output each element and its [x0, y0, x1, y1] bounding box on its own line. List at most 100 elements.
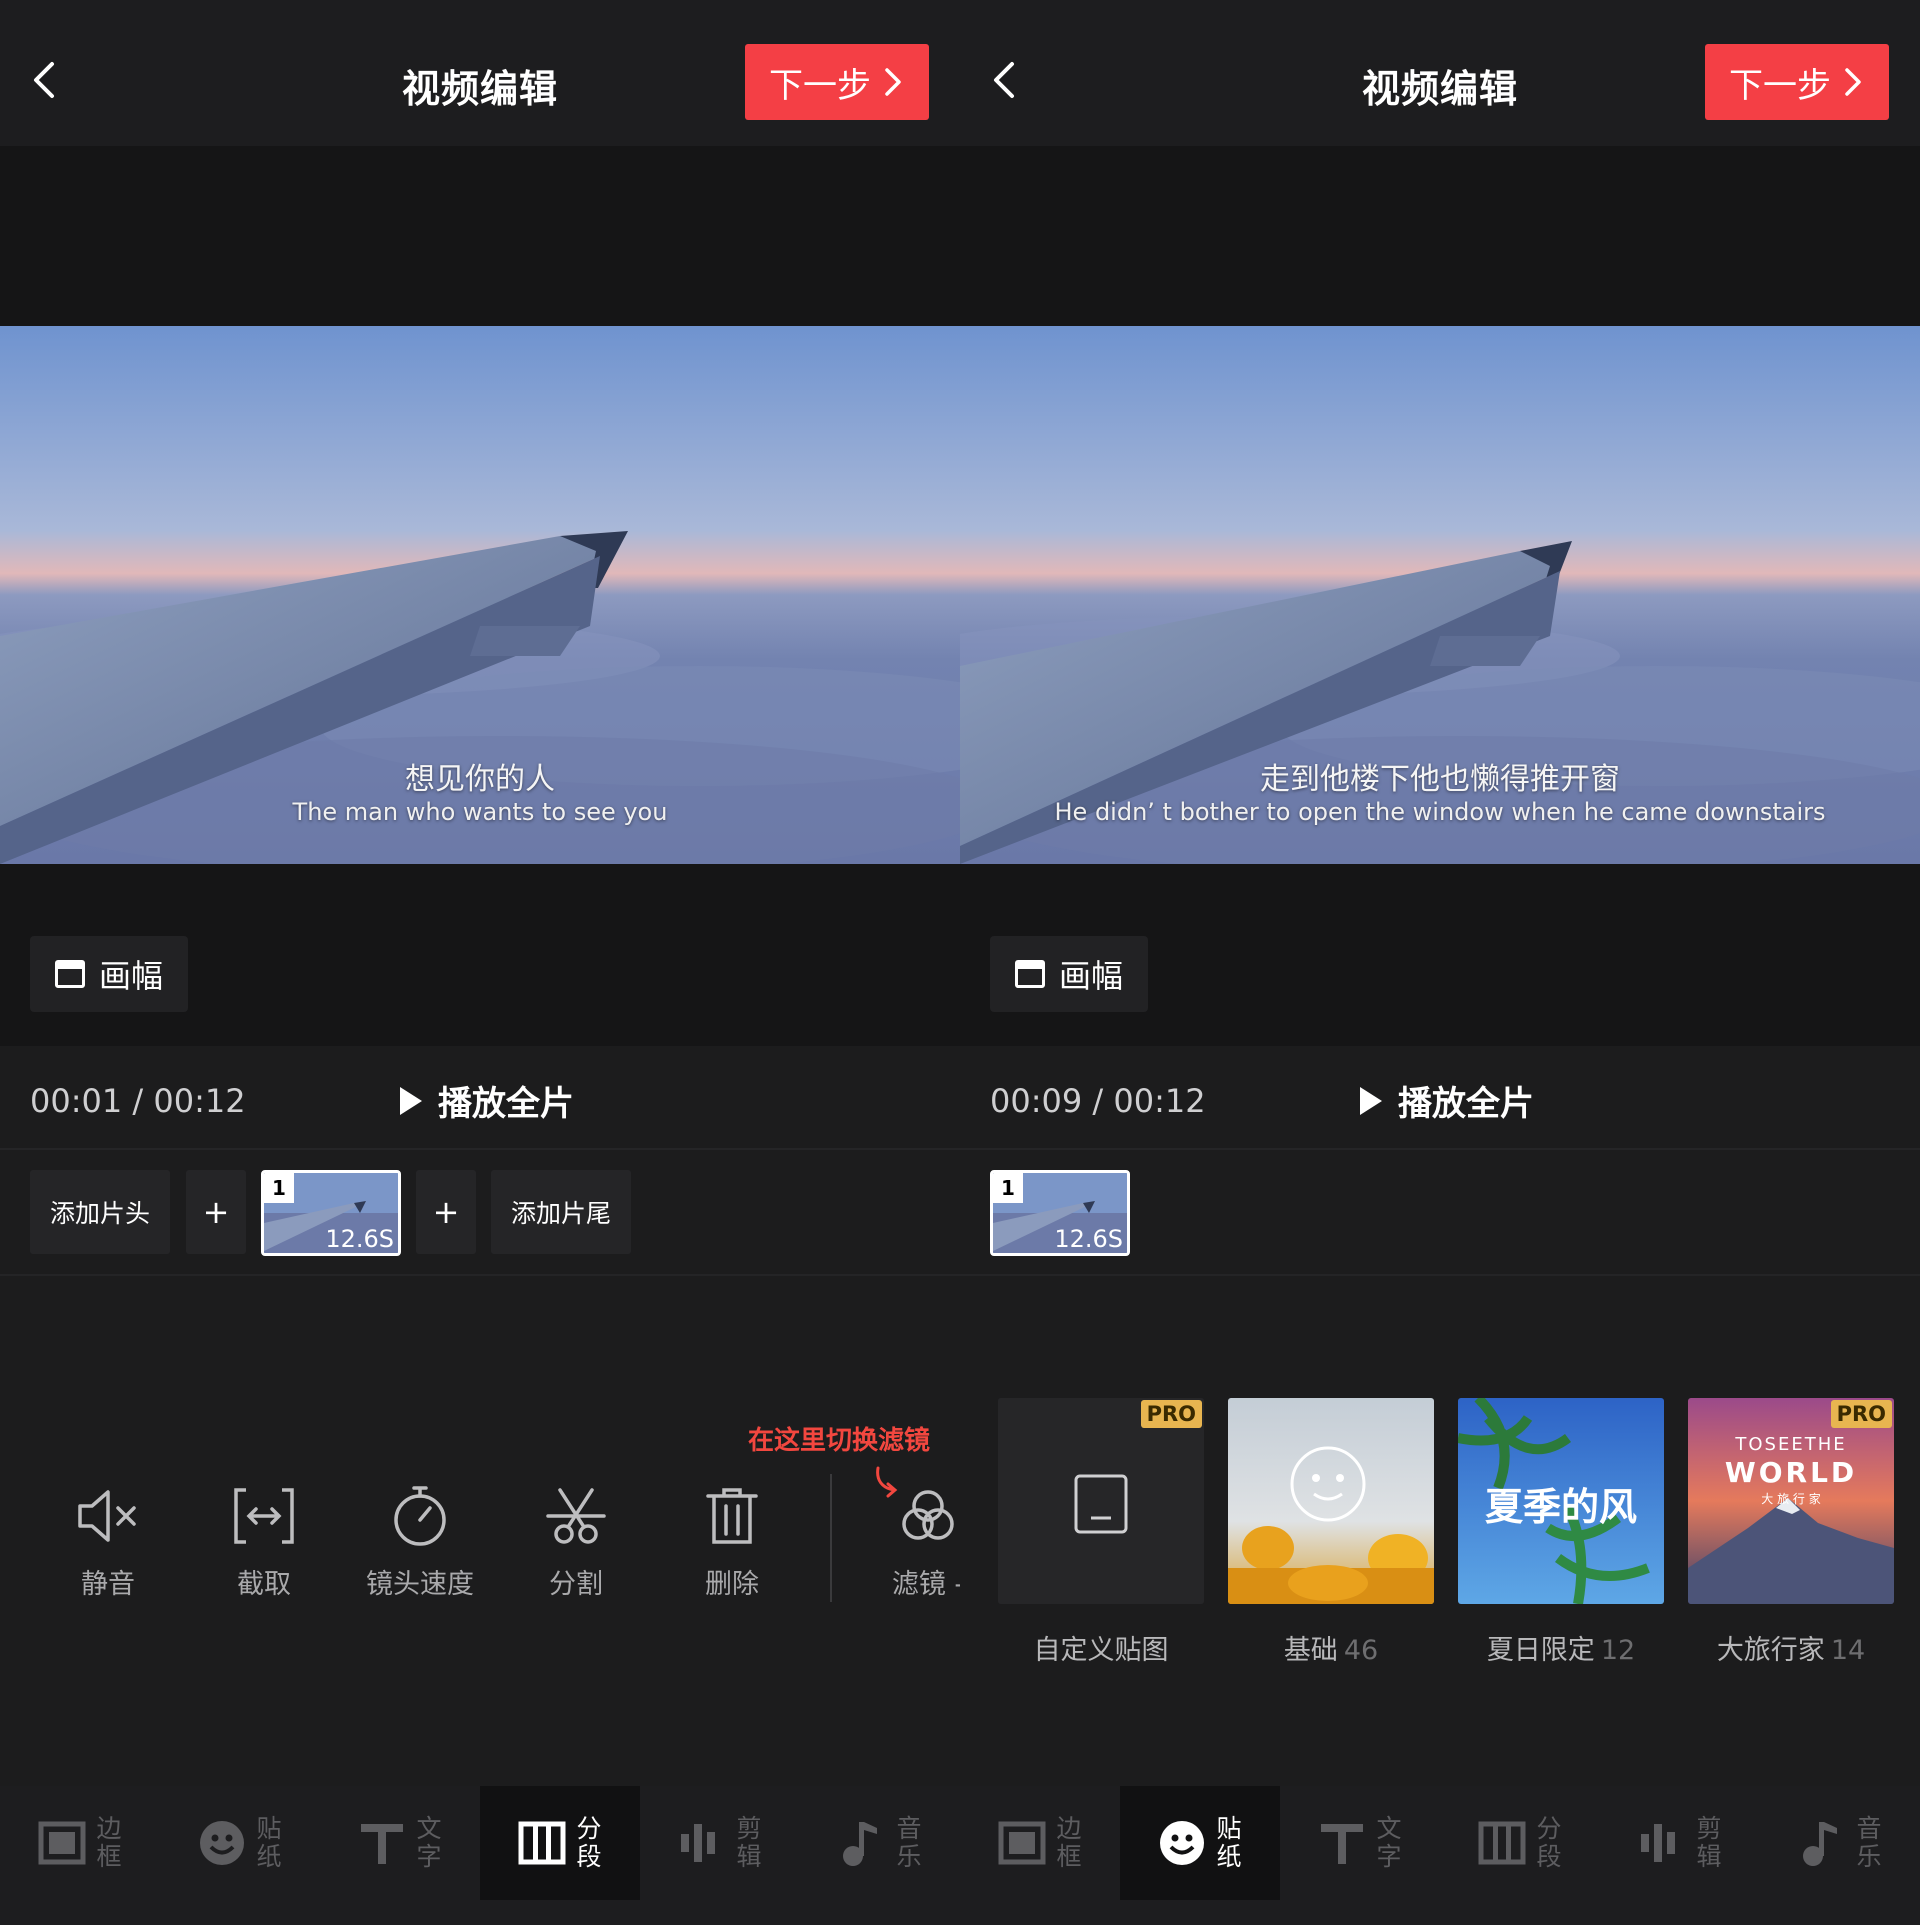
sticker-card-summer[interactable]: 夏季的风: [1458, 1398, 1664, 1604]
subtitle-chinese: 想见你的人: [405, 762, 555, 797]
nav-edit[interactable]: 剪辑: [1600, 1786, 1760, 1900]
add-intro-button[interactable]: 添加片头: [30, 1170, 170, 1254]
traveler-text-line3: 大 旅 行 家: [1761, 1492, 1821, 1506]
nav-text-label: 文字: [416, 1814, 442, 1871]
smiley-icon: [200, 1821, 244, 1865]
split-tool[interactable]: 分割: [511, 1480, 641, 1620]
video-letterbox: [960, 146, 1920, 326]
trim-icon: [234, 1488, 294, 1544]
play-all-button[interactable]: 播放全片: [1358, 1076, 1534, 1125]
header: 视频编辑 下一步: [0, 0, 960, 146]
bottom-nav: 边框 贴纸 文字 分段 剪辑 音乐: [0, 1786, 960, 1925]
right-screen: 视频编辑 下一步 走到他楼下他也懒得推开窗 He didn’ t bother …: [960, 0, 1920, 1925]
nav-segment-label: 分段: [576, 1814, 602, 1871]
mute-label: 静音: [81, 1569, 135, 1600]
aspect-ratio-button[interactable]: 画幅: [990, 936, 1148, 1012]
edit-bars-icon: [681, 1824, 715, 1862]
nav-frame[interactable]: 边框: [960, 1786, 1120, 1900]
clip-thumbnail[interactable]: 1 12.6S: [990, 1170, 1130, 1256]
summer-sticker-text: 夏季的风: [1484, 1485, 1637, 1529]
pro-badge: PRO: [1140, 1400, 1202, 1428]
text-icon: [1321, 1824, 1363, 1864]
video-preview[interactable]: 想见你的人 The man who wants to see you: [0, 326, 960, 864]
clip-strip: 1 12.6S: [960, 1150, 1920, 1276]
clip-thumbnail[interactable]: 1 12.6S: [261, 1170, 401, 1256]
nav-music[interactable]: 音乐: [1760, 1786, 1920, 1900]
next-step-label: 下一步: [1729, 65, 1831, 106]
nav-music-label: 音乐: [1856, 1814, 1882, 1871]
nav-sticker[interactable]: 贴纸: [160, 1786, 320, 1900]
mute-icon: [78, 1490, 136, 1542]
basic-sticker-image: [1228, 1398, 1434, 1604]
mute-tool[interactable]: 静音: [43, 1480, 173, 1620]
clip-duration: 12.6S: [325, 1225, 394, 1253]
traveler-text-line1: TOSEETHE: [1735, 1434, 1847, 1455]
aspect-ratio-label: 画幅: [1058, 957, 1123, 995]
video-letterbox: [0, 146, 960, 326]
play-all-label: 播放全片: [1398, 1084, 1534, 1124]
aspect-ratio-button[interactable]: 画幅: [30, 936, 188, 1012]
segment-icon: [1478, 1821, 1526, 1865]
smiley-icon: [1160, 1821, 1204, 1865]
nav-frame-label: 边框: [96, 1814, 122, 1871]
play-all-label: 播放全片: [438, 1084, 574, 1124]
video-preview[interactable]: 走到他楼下他也懒得推开窗 He didn’ t bother to open t…: [960, 326, 1920, 864]
nav-edit-label: 剪辑: [1696, 1814, 1722, 1871]
text-icon: [361, 1824, 403, 1864]
nav-segment[interactable]: 分段: [480, 1786, 640, 1900]
chevron-right-icon: [885, 68, 901, 96]
sticker-card-custom[interactable]: PRO: [998, 1398, 1204, 1604]
nav-frame[interactable]: 边框: [0, 1786, 160, 1900]
split-label: 分割: [549, 1569, 603, 1600]
frame-icon: [38, 1821, 86, 1865]
tool-divider: [830, 1474, 832, 1602]
pro-badge: PRO: [1830, 1400, 1892, 1428]
music-note-icon: [1803, 1822, 1837, 1866]
aspect-ratio-icon: [54, 960, 85, 988]
subtitle-english: The man who wants to see you: [292, 798, 668, 826]
nav-segment[interactable]: 分段: [1440, 1786, 1600, 1900]
speed-tool[interactable]: 镜头速度: [355, 1480, 485, 1620]
left-screen: 视频编辑 下一步 想见你的人 The man who wants to see …: [0, 0, 960, 1925]
sticker-card-basic[interactable]: [1228, 1398, 1434, 1604]
speed-label: 镜头速度: [366, 1569, 474, 1600]
sticker-card-traveler[interactable]: PRO TOSEETHE WORLD 大 旅 行 家: [1688, 1398, 1894, 1604]
nav-sticker-label: 贴纸: [256, 1814, 282, 1871]
subtitle-chinese: 走到他楼下他也懒得推开窗: [1260, 762, 1620, 797]
traveler-text-line2: WORLD: [1724, 1456, 1858, 1489]
next-step-button[interactable]: 下一步: [1705, 44, 1889, 120]
filter-label: 滤镜 -: [891, 1569, 960, 1600]
nav-text[interactable]: 文字: [320, 1786, 480, 1900]
sticker-label-traveler: 大旅行家 14: [1716, 1635, 1866, 1666]
insert-before-button[interactable]: +: [186, 1170, 246, 1254]
play-icon: [1360, 1086, 1382, 1115]
scissors-icon: [546, 1488, 606, 1544]
next-step-button[interactable]: 下一步: [745, 44, 929, 120]
filter-tool[interactable]: 滤镜 -: [863, 1480, 960, 1620]
edit-bars-icon: [1641, 1824, 1675, 1862]
custom-sticker-icon: [998, 1398, 1204, 1604]
insert-after-button[interactable]: +: [416, 1170, 476, 1254]
nav-sticker[interactable]: 贴纸: [1120, 1786, 1280, 1900]
play-all-button[interactable]: 播放全片: [398, 1076, 574, 1125]
frame-icon: [998, 1821, 1046, 1865]
nav-text[interactable]: 文字: [1280, 1786, 1440, 1900]
nav-segment-label: 分段: [1536, 1814, 1562, 1871]
nav-frame-label: 边框: [1056, 1814, 1082, 1871]
header: 视频编辑 下一步: [960, 0, 1920, 146]
next-step-label: 下一步: [769, 65, 871, 106]
filter-icon: [902, 1490, 954, 1540]
segment-icon: [518, 1821, 566, 1865]
time-readout: 00:01 / 00:12: [30, 1082, 246, 1120]
clip-index: 1: [993, 1173, 1023, 1203]
time-readout: 00:09 / 00:12: [990, 1082, 1206, 1120]
play-icon: [400, 1086, 422, 1115]
nav-music[interactable]: 音乐: [800, 1786, 960, 1900]
add-outro-button[interactable]: 添加片尾: [491, 1170, 631, 1254]
bottom-nav: 边框 贴纸 文字 分段 剪辑 音乐: [960, 1786, 1920, 1925]
delete-tool[interactable]: 删除: [667, 1480, 797, 1620]
trim-tool[interactable]: 截取: [199, 1480, 329, 1620]
nav-edit[interactable]: 剪辑: [640, 1786, 800, 1900]
sticker-label-custom: 自定义贴图: [1033, 1635, 1169, 1666]
sticker-label-basic: 基础 46: [1283, 1635, 1379, 1666]
